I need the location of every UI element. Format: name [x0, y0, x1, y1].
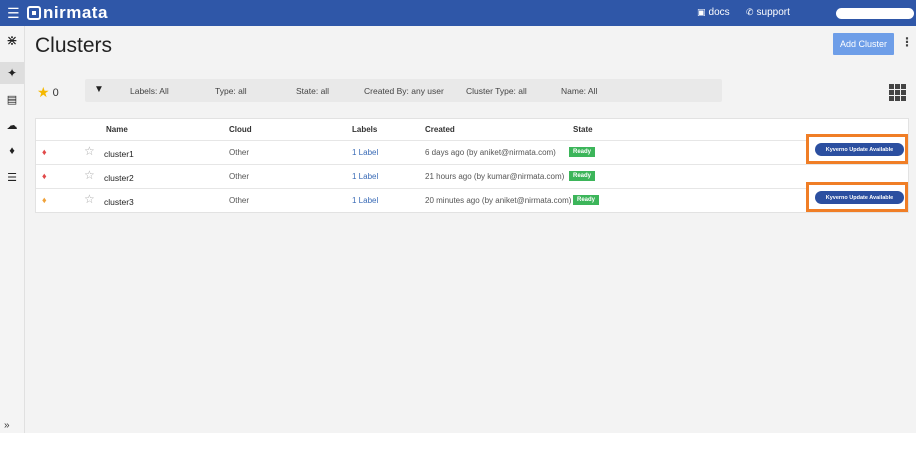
phone-icon: ✆ — [746, 7, 754, 17]
support-link[interactable]: ✆ support — [746, 7, 790, 18]
cluster-icon: ✦ — [6, 66, 18, 80]
table-row[interactable]: ♦ ☆ cluster3 Other 1 Label 20 minutes ag… — [36, 188, 908, 211]
top-navbar: ☰ nirmata ▣ docs ✆ support — [0, 0, 916, 26]
status-badge: Ready — [569, 147, 596, 157]
bell-icon: ♦ — [9, 145, 15, 157]
cluster-name[interactable]: cluster2 — [104, 173, 134, 183]
kyverno-update-button[interactable]: Kyverno Update Available — [815, 143, 904, 156]
filter-bar: ▼ Labels: All Type: all State: all Creat… — [85, 79, 722, 102]
cluster-created: 21 hours ago (by kumar@nirmata.com) — [425, 172, 565, 181]
sidebar-item-alarms[interactable]: ♦ — [0, 140, 24, 162]
support-label: support — [756, 7, 790, 18]
filter-name[interactable]: Name: All — [561, 86, 597, 96]
sidebar: ⋇ ✦ ▤ ☁ ♦ ☰ » — [0, 26, 25, 433]
favorite-star-icon[interactable]: ☆ — [84, 168, 95, 182]
kyverno-update-highlight: Kyverno Update Available — [806, 182, 908, 212]
list-icon: ☰ — [7, 171, 17, 184]
column-header-state[interactable]: State — [573, 125, 593, 134]
sidebar-item-graph[interactable]: ⋇ — [0, 29, 24, 51]
kyverno-update-button[interactable]: Kyverno Update Available — [815, 191, 904, 204]
add-cluster-button[interactable]: Add Cluster — [833, 33, 894, 55]
network-graph-icon: ⋇ — [6, 31, 18, 48]
filter-labels[interactable]: Labels: All — [130, 86, 169, 96]
status-badge: Ready — [569, 171, 596, 181]
documents-icon: ▤ — [6, 93, 18, 106]
book-icon: ▣ — [697, 7, 706, 17]
favorite-star-icon[interactable]: ☆ — [84, 192, 95, 206]
cloud-icon: ☁ — [6, 119, 18, 132]
sidebar-item-cloud[interactable]: ☁ — [0, 114, 24, 136]
cluster-cloud: Other — [229, 172, 250, 181]
filter-state[interactable]: State: all — [296, 86, 329, 96]
nirmata-logo-icon — [27, 6, 41, 20]
star-icon: ★ — [37, 84, 50, 100]
table-row[interactable]: ♦ ☆ cluster1 Other 1 Label 6 days ago (b… — [36, 140, 908, 163]
docs-label: docs — [708, 7, 730, 18]
sidebar-item-list[interactable]: ☰ — [0, 166, 24, 188]
brand-name: nirmata — [43, 3, 108, 22]
favorites-filter[interactable]: ★ 0 — [37, 84, 59, 101]
filter-created-by[interactable]: Created By: any user — [364, 86, 444, 96]
cluster-name[interactable]: cluster1 — [104, 149, 134, 159]
column-header-labels[interactable]: Labels — [352, 125, 377, 134]
cluster-labels-link[interactable]: 1 Label — [352, 196, 378, 205]
hamburger-menu-icon[interactable]: ☰ — [7, 6, 20, 20]
status-badge: Ready — [573, 195, 600, 205]
clusters-table: Name Cloud Labels Created State ♦ ☆ clus… — [35, 118, 909, 213]
grid-view-icon[interactable] — [889, 84, 906, 101]
alert-bell-icon: ♦ — [42, 195, 47, 205]
cluster-labels-link[interactable]: 1 Label — [352, 148, 378, 157]
alert-bell-icon: ♦ — [42, 147, 47, 157]
column-header-created[interactable]: Created — [425, 125, 455, 134]
global-search-input[interactable] — [836, 8, 914, 19]
cluster-cloud: Other — [229, 196, 250, 205]
cluster-name[interactable]: cluster3 — [104, 197, 134, 207]
column-header-cloud[interactable]: Cloud — [229, 125, 252, 134]
cluster-created: 20 minutes ago (by aniket@nirmata.com) — [425, 196, 572, 205]
alert-bell-icon: ♦ — [42, 171, 47, 181]
sidebar-item-clusters[interactable]: ✦ — [0, 62, 24, 84]
filter-icon[interactable]: ▼ — [94, 84, 104, 95]
cluster-cloud: Other — [229, 148, 250, 157]
brand-logo[interactable]: nirmata — [27, 3, 108, 23]
docs-link[interactable]: ▣ docs — [697, 7, 730, 18]
table-row[interactable]: ♦ ☆ cluster2 Other 1 Label 21 hours ago … — [36, 164, 908, 187]
cluster-created: 6 days ago (by aniket@nirmata.com) — [425, 148, 556, 157]
filter-type[interactable]: Type: all — [215, 86, 247, 96]
kyverno-update-highlight: Kyverno Update Available — [806, 134, 908, 164]
favorite-star-icon[interactable]: ☆ — [84, 144, 95, 158]
more-options-icon[interactable]: ⋮ — [901, 35, 913, 49]
expand-sidebar-icon[interactable]: » — [4, 420, 10, 431]
page-title: Clusters — [35, 34, 113, 57]
filter-cluster-type[interactable]: Cluster Type: all — [466, 86, 527, 96]
cluster-labels-link[interactable]: 1 Label — [352, 172, 378, 181]
main-content: Clusters Add Cluster ⋮ ★ 0 ▼ Labels: All… — [25, 26, 916, 433]
column-header-name[interactable]: Name — [106, 125, 128, 134]
sidebar-item-catalog[interactable]: ▤ — [0, 88, 24, 110]
favorites-count: 0 — [52, 86, 59, 99]
